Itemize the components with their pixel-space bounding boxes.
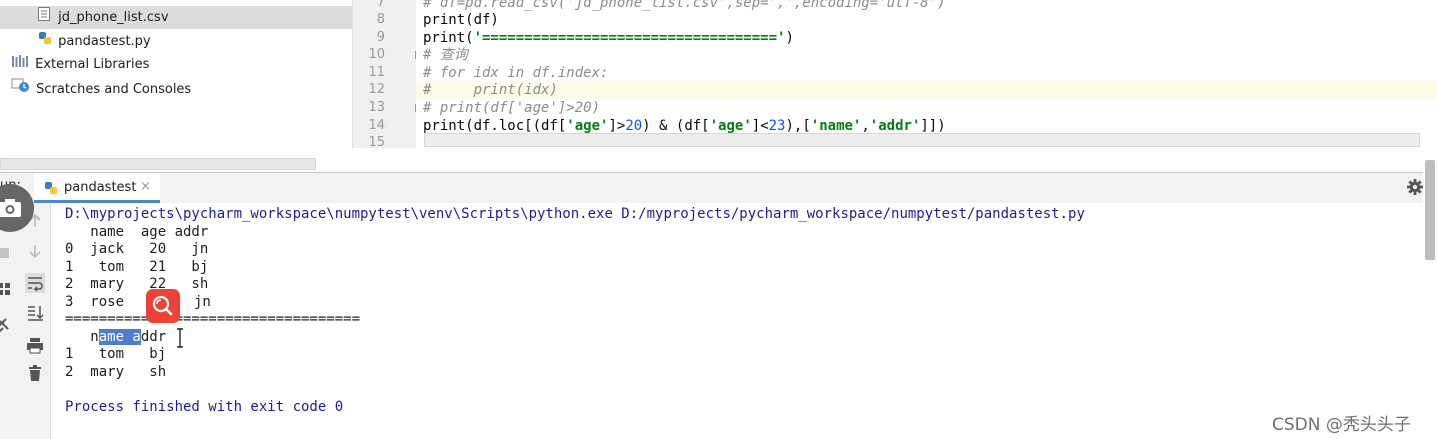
tree-item-scratches[interactable]: Scratches and Consoles: [0, 77, 191, 100]
code-line: print(df): [423, 12, 499, 28]
console-separator: ===================================: [65, 311, 361, 327]
console-line: 1 tom 21 bj: [65, 259, 209, 275]
tree-item-label: Scratches and Consoles: [36, 81, 192, 97]
close-icon[interactable]: ×: [140, 179, 151, 194]
tree-item-pandastest[interactable]: pandastest.py: [0, 30, 151, 53]
line-number: 10: [368, 47, 385, 62]
watermark: CSDN @秃头头子: [1272, 415, 1411, 435]
code-line: # for idx in df.index:: [423, 65, 609, 81]
console-output[interactable]: D:\myprojects\pycharm_workspace\numpytes…: [51, 203, 1423, 439]
console-line: 1 tom bj: [65, 346, 167, 362]
console-line: name age addr: [65, 224, 209, 240]
line-number: 9: [376, 30, 385, 45]
console-line: 2 mary 22 sh: [65, 276, 209, 292]
console-text: ddr: [140, 329, 167, 345]
run-toolbar: [0, 203, 51, 439]
run-panel-header: un: pandastest ×: [0, 172, 1437, 204]
tree-horizontal-scrollbar[interactable]: [0, 158, 316, 170]
line-number: 11: [368, 65, 385, 80]
line-number: 8: [376, 12, 385, 27]
print-icon[interactable]: [25, 335, 45, 355]
line-number: 13: [368, 100, 385, 115]
selected-text: ame a: [98, 329, 141, 345]
tree-item-jd-phone-list[interactable]: jd_phone_list.csv: [0, 6, 352, 29]
gear-icon[interactable]: [1406, 178, 1424, 196]
tree-item-external-libraries[interactable]: External Libraries: [0, 53, 149, 76]
scratches-icon: [11, 77, 31, 101]
scroll-to-end-icon[interactable]: [25, 303, 45, 323]
editor-bottom-area: [352, 148, 1437, 172]
console-header-selection: name addr: [65, 328, 166, 346]
line-number: 14: [368, 118, 385, 133]
text-cursor-icon: [177, 328, 183, 348]
console-line-tail: jn: [194, 294, 211, 310]
console-line: 3 rose: [65, 294, 150, 310]
tree-item-label: pandastest.py: [58, 34, 151, 49]
tab-label: pandastest: [64, 180, 137, 195]
code-line: # df=pd.read_csv('jd_phone_list.csv',sep…: [423, 0, 946, 11]
python-file-icon: [38, 30, 52, 53]
python-file-icon: [44, 180, 58, 199]
editor-gutter: 7 8 9 10 11 12 13 14 15: [352, 0, 417, 150]
console-text: n: [65, 329, 99, 345]
layout-icon[interactable]: [0, 279, 14, 299]
tree-item-label: External Libraries: [35, 57, 150, 72]
line-number: 12: [368, 82, 385, 97]
csv-file-icon: [38, 6, 50, 29]
libraries-icon: [11, 53, 29, 76]
trash-icon[interactable]: [25, 363, 45, 383]
code-editor[interactable]: # df=pd.read_csv('jd_phone_list.csv',sep…: [416, 0, 1437, 148]
editor-horizontal-scrollbar[interactable]: [424, 133, 1420, 147]
camera-icon[interactable]: [0, 184, 34, 232]
pin-icon[interactable]: [0, 315, 14, 335]
console-scroll-thumb[interactable]: [1425, 160, 1435, 260]
console-command: D:\myprojects\pycharm_workspace\numpytes…: [65, 206, 1085, 222]
console-exit-message: Process finished with exit code 0: [65, 399, 344, 415]
code-line: # 查询: [423, 47, 468, 63]
project-tree: jd_phone_list.csv pandastest.py External…: [0, 0, 352, 172]
code-line-current: # print(idx): [416, 81, 1437, 99]
stop-icon[interactable]: [0, 243, 14, 263]
tab-pandastest[interactable]: pandastest ×: [34, 173, 160, 203]
code-line: # print(df['age']>20): [423, 100, 601, 116]
tree-item-label: jd_phone_list.csv: [58, 10, 169, 25]
search-icon[interactable]: [146, 289, 180, 323]
soft-wrap-icon[interactable]: [25, 273, 45, 293]
console-line: 2 mary sh: [65, 364, 167, 380]
code-line: print('=================================…: [423, 30, 794, 46]
arrow-down-icon[interactable]: [25, 241, 45, 261]
console-line: 0 jack 20 jn: [65, 241, 209, 257]
